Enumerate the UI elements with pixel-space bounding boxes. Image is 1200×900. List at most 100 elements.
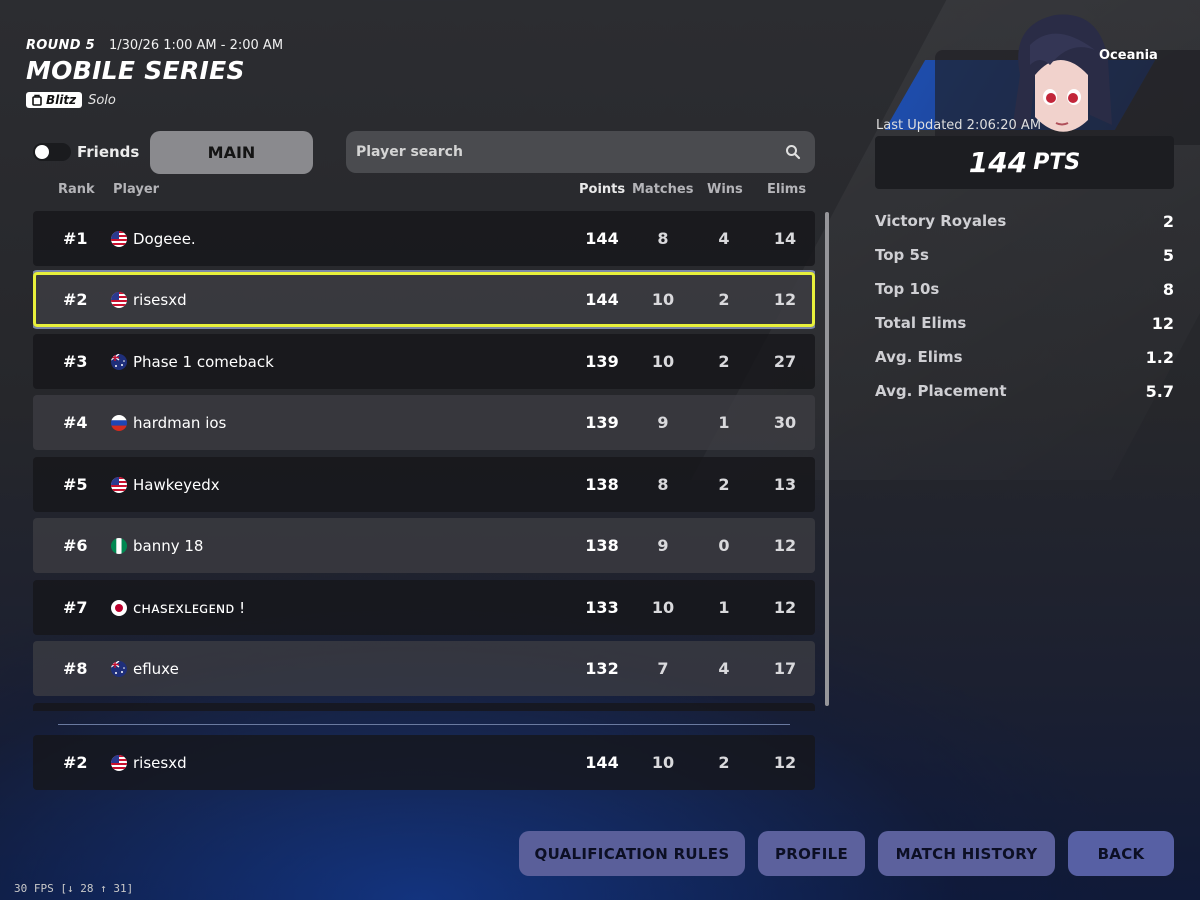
flag-icon [111,537,127,554]
stat-label: Avg. Placement [875,382,1007,400]
row-points: 138 [585,475,619,494]
event-title: MOBILE SERIES [26,56,245,85]
row-rank: #6 [63,536,88,555]
player-name: risesxd [133,290,187,309]
search-icon[interactable] [785,144,801,160]
row-wins: 1 [718,598,730,617]
stat-value: 2 [1162,212,1174,231]
stat-label: Top 5s [875,246,929,264]
column-player: Player [113,182,160,197]
scrollbar[interactable] [825,212,829,706]
player-name: risesxd [133,753,187,772]
friends-label: Friends [77,143,140,161]
row-wins: 1 [718,413,730,432]
friends-toggle[interactable] [33,143,71,161]
row-elims: 13 [773,475,797,494]
stat-label: Victory Royales [875,212,1007,230]
row-points: 138 [585,536,619,555]
search-input[interactable] [356,144,785,160]
flag-icon [111,291,127,308]
row-elims: 12 [773,536,797,555]
row-player: Dogeee. [111,230,196,248]
fps-counter: 30 FPS [↓ 28 ↑ 31] [14,882,134,895]
stat-value: 5 [1162,246,1174,265]
row-points: 139 [585,352,619,371]
row-matches: 8 [657,229,669,248]
column-points: Points [579,182,626,197]
mode-badge-label: Blitz [46,93,77,107]
flag-icon [111,414,127,431]
row-matches: 10 [651,753,675,772]
profile-button[interactable]: PROFILE [758,831,865,876]
table-row[interactable]: #1 Dogeee. 144 8 4 14 [33,211,815,266]
column-matches: Matches [632,182,694,197]
table-row[interactable]: #3 Phase 1 comeback 139 10 2 27 [33,334,815,389]
player-name: ᴄʜᴀsᴇxʟᴇɢᴇɴᴅ ! [133,598,246,617]
row-matches: 8 [657,475,669,494]
row-player: efluxe [111,660,179,678]
table-row[interactable]: #4 hardman ios 139 9 1 30 [33,395,815,450]
player-name: efluxe [133,659,179,678]
table-row[interactable]: #7 ᴄʜᴀsᴇxʟᴇɢᴇɴᴅ ! 133 10 1 12 [33,580,815,635]
row-wins: 2 [718,290,730,309]
row-rank: #8 [63,659,88,678]
row-points: 133 [585,598,619,617]
row-wins: 2 [718,753,730,772]
row-wins: 0 [718,536,730,555]
row-wins: 2 [718,475,730,494]
last-updated: Last Updated 2:06:20 AM [876,118,1042,133]
row-rank: #4 [63,413,88,432]
points-unit: PTS [1033,150,1081,175]
leaderboard-list[interactable]: #1 Dogeee. 144 8 4 14 #2 risesxd 144 10 … [33,211,815,711]
stat-row: Avg. Elims 1.2 [875,348,1174,367]
row-rank: #2 [63,290,88,309]
row-matches: 7 [657,659,669,678]
row-matches: 9 [657,413,669,432]
stat-row: Total Elims 12 [875,314,1174,333]
table-row[interactable]: #5 Hawkeyedx 138 8 2 13 [33,457,815,512]
row-player: banny 18 [111,537,203,555]
row-elims: 12 [773,753,797,772]
round-info: ROUND 5 1/30/26 1:00 AM - 2:00 AM [26,38,283,53]
qualification-rules-button[interactable]: QUALIFICATION RULES [519,831,745,876]
table-row-partial[interactable] [33,703,815,711]
row-rank: #5 [63,475,88,494]
toggle-knob [35,145,49,159]
row-rank: #2 [63,753,88,772]
stat-label: Top 10s [875,280,940,298]
table-row[interactable]: #8 efluxe 132 7 4 17 [33,641,815,696]
match-history-button[interactable]: MATCH HISTORY [878,831,1055,876]
table-row-selected[interactable]: #2 risesxd 144 10 2 12 [33,272,815,327]
row-points: 144 [585,229,619,248]
row-matches: 10 [651,598,675,617]
blitz-icon [32,94,42,106]
tab-main[interactable]: MAIN [150,131,313,174]
row-player: risesxd [111,754,187,772]
row-player: hardman ios [111,414,226,432]
stat-label: Avg. Elims [875,348,963,366]
back-button[interactable]: BACK [1068,831,1174,876]
row-elims: 27 [773,352,797,371]
row-points: 144 [585,290,619,309]
region-label: Oceania [1099,48,1158,63]
row-matches: 10 [651,352,675,371]
row-player: risesxd [111,291,187,309]
row-elims: 14 [773,229,797,248]
row-player: Phase 1 comeback [111,353,274,371]
table-row[interactable]: #6 banny 18 138 9 0 12 [33,518,815,573]
player-name: Hawkeyedx [133,475,220,494]
column-rank: Rank [58,182,95,197]
row-rank: #7 [63,598,88,617]
row-wins: 4 [718,229,730,248]
points-value: 144 [968,146,1028,179]
player-name: Dogeee. [133,229,196,248]
stat-value: 12 [1151,314,1174,333]
flag-icon [111,599,127,616]
own-placement-row[interactable]: #2 risesxd 144 10 2 12 [33,735,815,790]
flag-icon [111,660,127,677]
flag-icon [111,476,127,493]
column-elims: Elims [767,182,807,197]
row-player: Hawkeyedx [111,476,220,494]
player-search[interactable] [346,131,815,173]
stat-value: 1.2 [1145,348,1174,367]
